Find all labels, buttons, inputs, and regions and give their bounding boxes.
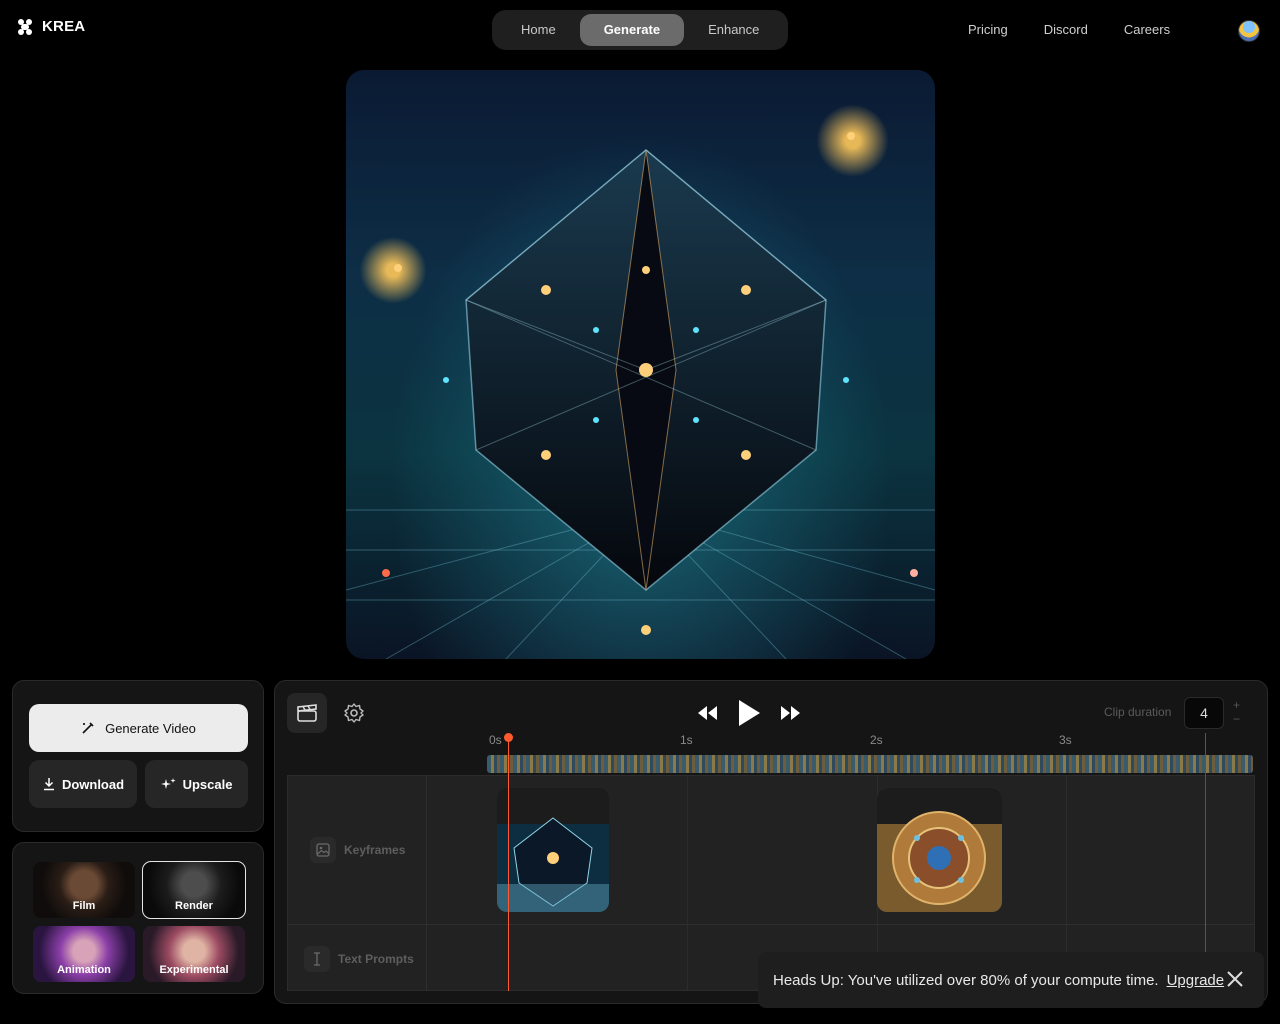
crystal-artwork <box>346 132 935 659</box>
upgrade-link[interactable]: Upgrade <box>1167 972 1225 989</box>
style-render-label: Render <box>175 900 213 912</box>
rewind-icon <box>698 706 717 720</box>
krea-logo-icon <box>18 18 32 35</box>
sparkle-icon <box>160 778 176 789</box>
keyframe-thumbnail-1[interactable] <box>497 788 609 912</box>
image-icon <box>310 837 336 863</box>
text-prompts-label: Text Prompts <box>338 952 414 966</box>
rewind-button[interactable] <box>687 693 727 733</box>
clip-duration-input[interactable]: 4 <box>1184 697 1224 729</box>
style-experimental[interactable]: Experimental <box>143 926 245 982</box>
download-button[interactable]: Download <box>29 760 137 808</box>
clapperboard-icon <box>297 704 317 722</box>
clip-duration-label: Clip duration <box>1104 705 1172 719</box>
download-label: Download <box>61 776 125 792</box>
style-animation-label: Animation <box>57 964 111 976</box>
magic-wand-icon <box>82 722 94 734</box>
upscale-button[interactable]: Upscale <box>145 760 248 808</box>
user-avatar[interactable] <box>1238 20 1260 42</box>
nav-home[interactable]: Home <box>497 14 580 46</box>
nav-enhance[interactable]: Enhance <box>684 14 783 46</box>
close-icon[interactable] <box>1226 970 1244 988</box>
keyframe-crystal-image <box>497 788 609 912</box>
generate-video-label: Generate Video <box>105 720 196 736</box>
decrement-button[interactable]: − <box>1233 712 1240 726</box>
generated-image <box>346 70 935 659</box>
style-experimental-label: Experimental <box>159 964 229 976</box>
tick-2s: 2s <box>870 733 883 747</box>
frames-filmstrip[interactable] <box>487 755 1253 773</box>
style-presets-panel: Film Render Animation Experimental <box>12 842 264 994</box>
keyframes-track-label: Keyframes <box>310 837 405 863</box>
clip-end-marker <box>1205 733 1206 953</box>
style-animation[interactable]: Animation <box>33 926 135 982</box>
nav-generate[interactable]: Generate <box>579 14 685 46</box>
text-prompts-track-label: Text Prompts <box>304 946 414 972</box>
clapperboard-button[interactable] <box>287 693 327 733</box>
settings-button[interactable] <box>334 693 374 733</box>
playhead-line[interactable] <box>508 737 509 991</box>
fast-forward-button[interactable] <box>771 693 811 733</box>
brand-name: KREA <box>42 18 86 35</box>
fast-forward-icon <box>781 706 800 720</box>
gear-icon <box>344 703 364 723</box>
play-button[interactable] <box>729 693 769 733</box>
actions-panel: Generate Video Download Upscale <box>12 680 264 832</box>
tick-3s: 3s <box>1059 733 1072 747</box>
style-film-label: Film <box>72 900 96 912</box>
increment-button[interactable]: + <box>1233 698 1240 712</box>
play-icon <box>739 700 760 726</box>
keyframe-thumbnail-2[interactable] <box>877 788 1002 912</box>
link-careers[interactable]: Careers <box>1124 22 1170 37</box>
link-discord[interactable]: Discord <box>1044 22 1088 37</box>
keyframe-mandala-image <box>877 788 1002 912</box>
style-film[interactable]: Film <box>33 862 135 918</box>
download-icon <box>43 778 54 791</box>
link-pricing[interactable]: Pricing <box>968 22 1008 37</box>
tick-1s: 1s <box>680 733 693 747</box>
toast-message: Heads Up: You've utilized over 80% of yo… <box>773 971 1159 989</box>
upscale-label: Upscale <box>182 776 233 792</box>
playhead-handle[interactable] <box>504 733 513 742</box>
generate-video-button[interactable]: Generate Video <box>29 704 248 752</box>
style-render[interactable]: Render <box>142 861 246 919</box>
main-nav: Home Generate Enhance <box>492 10 788 50</box>
brand-logo[interactable]: KREA <box>18 18 85 35</box>
text-cursor-icon <box>304 946 330 972</box>
compute-warning-toast: Heads Up: You've utilized over 80% of yo… <box>758 952 1264 1008</box>
keyframes-label: Keyframes <box>344 843 406 857</box>
tick-0s: 0s <box>489 733 502 747</box>
top-links: Pricing Discord Careers <box>968 22 1170 37</box>
